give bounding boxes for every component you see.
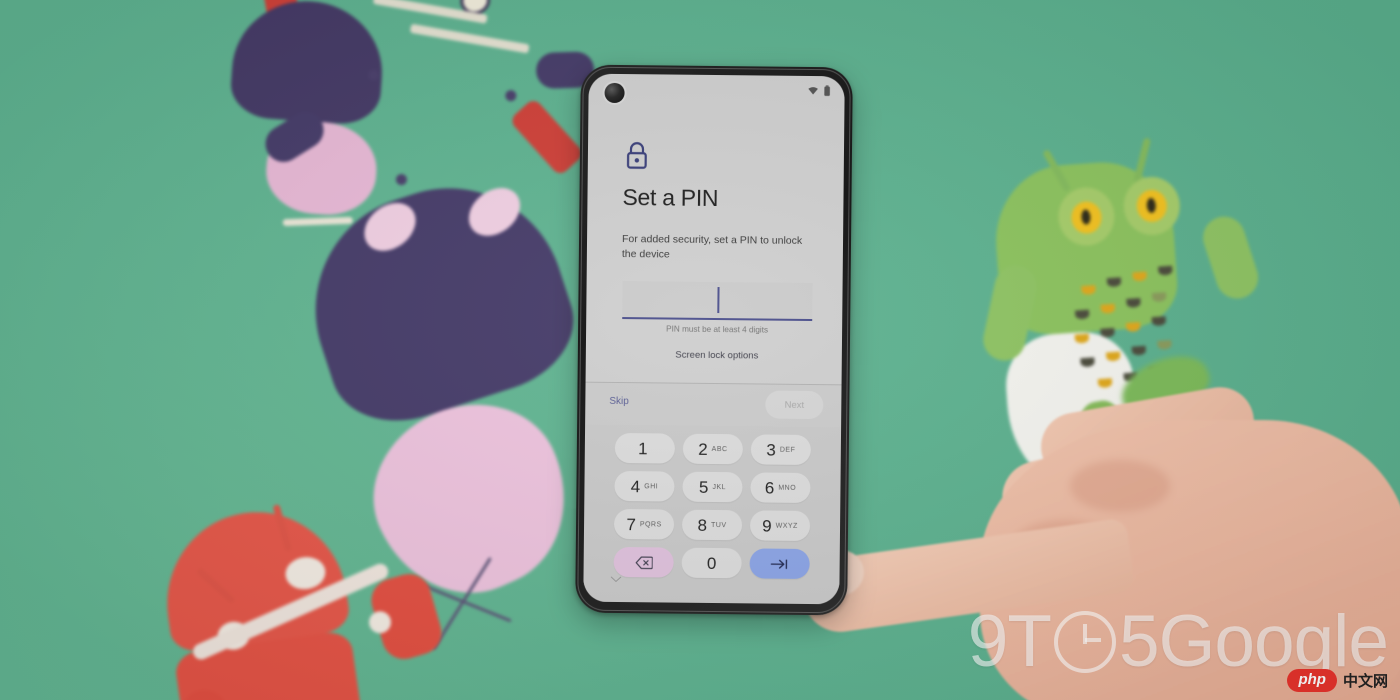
watermark-prefix: 9T: [967, 601, 1052, 682]
skip-button[interactable]: Skip: [609, 396, 629, 407]
smartphone-device: Set a PIN For added security, set a PIN …: [575, 64, 853, 616]
action-bar: Skip Next: [585, 382, 842, 428]
page-subtitle: For added security, set a PIN to unlock …: [621, 233, 803, 261]
key-letters: TUV: [711, 521, 727, 529]
backspace-key[interactable]: [613, 546, 674, 578]
screen-lock-options-link[interactable]: Screen lock options: [622, 349, 812, 362]
clock-icon: [1054, 610, 1116, 673]
key-digit: 2: [698, 439, 708, 459]
phone-screen: Set a PIN For added security, set a PIN …: [583, 73, 845, 605]
key-0[interactable]: 0: [681, 547, 742, 579]
key-digit: 9: [762, 516, 772, 536]
watermark-9to5google: 9T 5Google: [967, 601, 1389, 682]
wifi-icon: [808, 86, 819, 95]
key-4[interactable]: 4 GHI: [614, 470, 675, 502]
keypad-row-1: 1 2 ABC 3 DEF: [585, 432, 841, 466]
php-badge: php: [1287, 669, 1337, 692]
lock-icon: [624, 140, 650, 175]
keypad-row-3: 7 PQRS 8 TUV 9 WXYZ: [584, 508, 840, 542]
red-android-figurine: [155, 487, 464, 700]
watermark-suffix: 5Google: [1119, 601, 1389, 682]
php-cn-label: 中文网: [1342, 673, 1388, 691]
key-letters: ABC: [711, 445, 728, 453]
key-digit: 1: [638, 438, 648, 458]
key-2[interactable]: 2 ABC: [682, 433, 744, 465]
photo-scene: Set a PIN For added security, set a PIN …: [0, 0, 1400, 700]
watermark-php-cn: php 中文网: [1287, 669, 1388, 692]
key-digit: 0: [706, 553, 717, 573]
numeric-keypad: 1 2 ABC 3 DEF 4 GHI 5 JKL 6 MNO 7 PQRS 8…: [583, 424, 842, 605]
status-bar: [588, 74, 844, 107]
key-digit: 7: [626, 514, 636, 534]
key-8[interactable]: 8 TUV: [681, 509, 743, 541]
key-letters: MNO: [778, 484, 797, 492]
next-button[interactable]: Next: [765, 390, 824, 420]
enter-arrow-icon: [770, 557, 789, 570]
chevron-down-icon[interactable]: [610, 570, 622, 588]
punch-hole-camera-icon: [604, 82, 625, 104]
pin-hint-text: PIN must be at least 4 digits: [666, 324, 769, 335]
key-letters: WXYZ: [775, 522, 798, 530]
setup-content: Set a PIN For added security, set a PIN …: [583, 104, 844, 605]
key-letters: PQRS: [639, 520, 662, 528]
enter-key[interactable]: [749, 548, 810, 580]
key-7[interactable]: 7 PQRS: [613, 508, 675, 540]
backspace-icon: [635, 556, 653, 569]
battery-icon: [824, 85, 831, 96]
purple-voodoo-android-figurine: [218, 0, 612, 651]
status-icon-group: [808, 85, 831, 96]
key-digit: 4: [630, 476, 641, 496]
page-title: Set a PIN: [622, 184, 719, 212]
keypad-row-4: 0: [584, 546, 840, 580]
text-caret: [717, 287, 720, 314]
key-5[interactable]: 5 JKL: [682, 471, 743, 503]
keypad-row-2: 4 GHI 5 JKL 6 MNO: [584, 470, 840, 504]
key-digit: 5: [698, 477, 709, 497]
key-letters: DEF: [779, 446, 796, 454]
key-digit: 6: [764, 478, 775, 498]
key-digit: 3: [766, 440, 776, 460]
key-1[interactable]: 1: [614, 432, 676, 464]
key-letters: GHI: [644, 482, 659, 490]
key-6[interactable]: 6 MNO: [750, 472, 811, 504]
key-3[interactable]: 3 DEF: [750, 434, 812, 466]
key-letters: JKL: [712, 483, 727, 491]
pin-input[interactable]: [622, 281, 813, 322]
key-9[interactable]: 9 WXYZ: [749, 510, 811, 542]
key-digit: 8: [697, 515, 708, 535]
